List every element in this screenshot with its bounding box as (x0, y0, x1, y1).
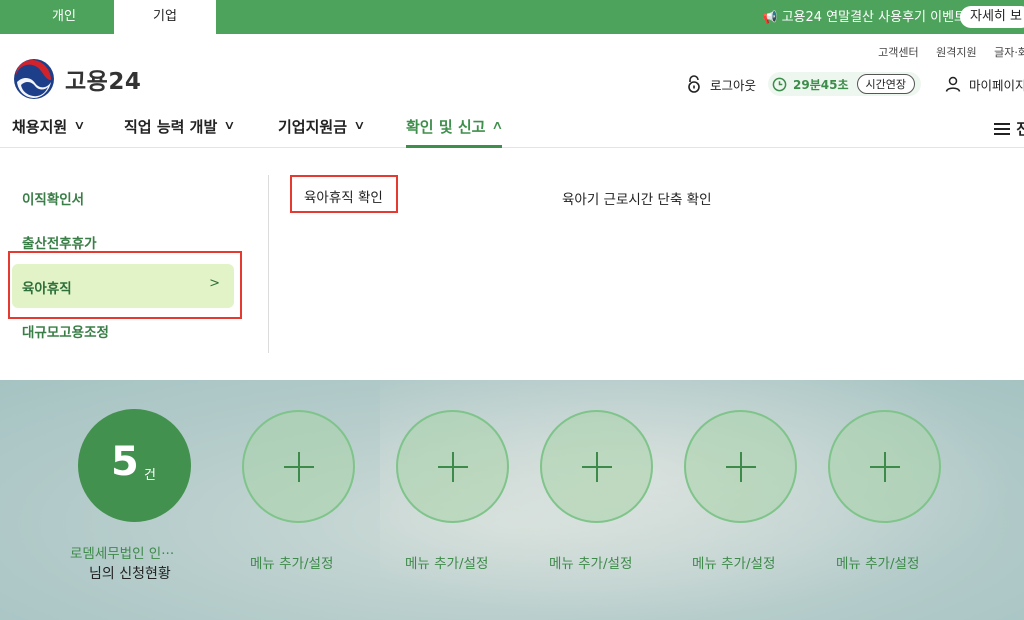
promo-detail-button[interactable]: 자세히 보 (960, 6, 1024, 28)
menu-mass-employment-adjustment[interactable]: 대규모고용조정 (22, 321, 109, 341)
nav-label: 기업지원금 (278, 118, 348, 136)
all-menu-button[interactable]: 전 (994, 118, 1024, 139)
nav-label: 채용지원 (12, 118, 68, 136)
chevron-down-icon: ∨ (223, 118, 236, 132)
logo-text: 고용24 (65, 69, 142, 95)
add-menu-button[interactable] (828, 410, 941, 523)
nav-confirm-report[interactable]: 확인 및 신고 ∧ (406, 110, 505, 148)
promo-text: 고용24 연말결산 사용후기 이벤트 (781, 10, 966, 25)
plus-icon (284, 452, 314, 482)
promo-banner[interactable]: 📢 고용24 연말결산 사용후기 이벤트 (763, 0, 966, 34)
nav-label: 확인 및 신고 (406, 118, 486, 136)
link-font-size[interactable]: 글자·화 (994, 46, 1024, 59)
add-menu-button[interactable] (396, 410, 509, 523)
plus-icon (582, 452, 612, 482)
top-strip: 개인 기업 📢 고용24 연말결산 사용후기 이벤트 자세히 보 (0, 0, 1024, 34)
menu-divider (268, 175, 269, 353)
company-name: 로뎀세무법인 인··· (70, 546, 175, 562)
add-menu-label: 메뉴 추가/설정 (692, 556, 776, 572)
all-menu-label: 전 (1016, 120, 1024, 138)
tab-business[interactable]: 기업 (114, 0, 216, 34)
add-menu-button[interactable] (242, 410, 355, 523)
submenu-parental-leave-confirm[interactable]: 육아휴직 확인 (290, 175, 398, 213)
session-area: 로그아웃 29분45초 시간연장 마이페이지 (686, 72, 1024, 96)
menu-maternity-leave[interactable]: 출산전후휴가 (22, 232, 97, 252)
application-status-label: 님의 신청현황 (89, 566, 171, 582)
plus-icon (726, 452, 756, 482)
nav-label: 직업 능력 개발 (124, 118, 218, 136)
add-menu-label: 메뉴 추가/설정 (405, 556, 489, 572)
lock-icon (688, 75, 700, 93)
mypage-label: 마이페이지 (968, 77, 1024, 93)
menu-separation-certificate[interactable]: 이직확인서 (22, 188, 84, 208)
utility-links: 고객센터 원격지원 글자·화 (864, 44, 1024, 60)
application-count: 5 (111, 439, 139, 485)
application-count-unit: 건 (144, 468, 156, 483)
add-menu-label: 메뉴 추가/설정 (836, 556, 920, 572)
add-menu-label: 메뉴 추가/설정 (549, 556, 633, 572)
extend-session-button[interactable]: 시간연장 (856, 74, 915, 94)
logout-button[interactable]: 로그아웃 (710, 75, 756, 94)
application-count-circle[interactable]: 5 건 (78, 409, 191, 522)
tab-personal[interactable]: 개인 (14, 0, 114, 34)
add-menu-label: 메뉴 추가/설정 (250, 556, 334, 572)
nav-business-subsidy[interactable]: 기업지원금 ∨ (278, 110, 366, 148)
person-icon (945, 76, 961, 92)
taegeuk-logo-icon (14, 59, 54, 99)
submenu-reduced-hours-confirm[interactable]: 육아기 근로시간 단축 확인 (562, 188, 712, 208)
add-menu-button[interactable] (540, 410, 653, 523)
chevron-down-icon: ∨ (353, 118, 366, 132)
main-nav: 채용지원 ∨ 직업 능력 개발 ∨ 기업지원금 ∨ 확인 및 신고 ∧ 전 (0, 110, 1024, 148)
nav-hiring-support[interactable]: 채용지원 ∨ (12, 110, 86, 148)
site-logo[interactable]: 고용24 (13, 58, 141, 100)
time-remaining: 29분45초 (793, 77, 849, 92)
plus-icon (438, 452, 468, 482)
plus-icon (870, 452, 900, 482)
hamburger-icon (994, 122, 1011, 135)
link-customer-center[interactable]: 고객센터 (878, 46, 918, 59)
nav-job-skills[interactable]: 직업 능력 개발 ∨ (124, 110, 236, 148)
highlight-box (8, 251, 242, 319)
megaphone-icon: 📢 (762, 10, 778, 24)
session-timer: 29분45초 시간연장 (768, 72, 921, 96)
clock-icon (772, 77, 787, 91)
add-menu-button[interactable] (684, 410, 797, 523)
chevron-down-icon: ∨ (73, 118, 86, 132)
mypage-link[interactable]: 마이페이지 (945, 75, 1024, 94)
chevron-up-icon: ∧ (491, 118, 505, 132)
link-remote-support[interactable]: 원격지원 (936, 46, 976, 59)
